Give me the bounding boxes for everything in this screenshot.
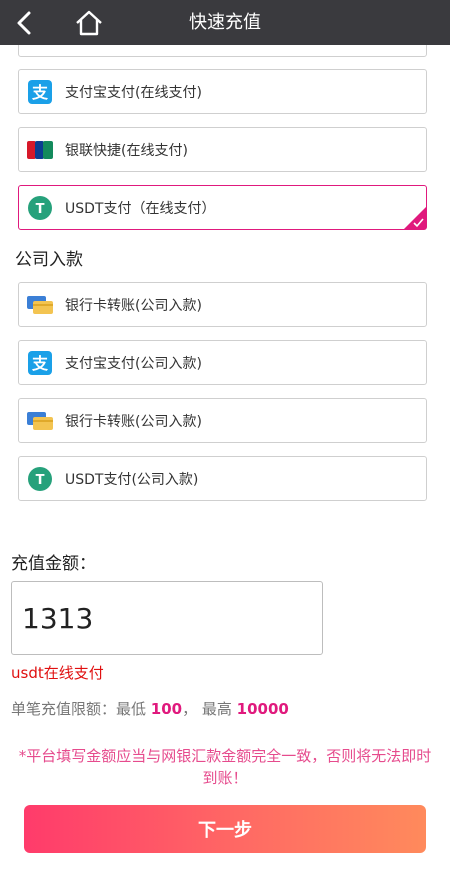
- option-label: 银行卡转账(公司入款): [65, 413, 202, 430]
- svg-text:支: 支: [31, 83, 49, 102]
- deposit-limit-text: 单笔充值限额：最低 100， 最高 10000: [11, 698, 289, 719]
- amount-label: 充值金额：: [11, 554, 96, 574]
- payment-option-usdt-company[interactable]: T USDT支付(公司入款): [18, 456, 427, 501]
- payment-option-bank-company-2[interactable]: 银行卡转账(公司入款): [18, 398, 427, 443]
- top-bar: 快速充值: [0, 0, 450, 45]
- option-label: 支付宝支付(公司入款): [65, 355, 202, 372]
- bank-card-icon: [27, 408, 53, 434]
- option-label: USDT支付(公司入款): [65, 471, 199, 488]
- amount-warning: *平台填写金额应当与网银汇款金额完全一致，否则将无法即时到账！: [18, 747, 432, 787]
- svg-text:支: 支: [31, 354, 49, 373]
- limit-prefix: 单笔充值限额：最低: [11, 700, 147, 718]
- svg-text:T: T: [36, 202, 45, 217]
- option-label: 支付宝支付(在线支付): [65, 84, 202, 101]
- section-title-company: 公司入款: [15, 250, 83, 270]
- payment-option-alipay-online[interactable]: 支 支付宝支付(在线支付): [18, 69, 427, 114]
- usdt-icon: T: [27, 195, 53, 221]
- option-label: USDT支付（在线支付）: [65, 200, 216, 217]
- next-step-button[interactable]: 下一步: [24, 805, 426, 853]
- payment-option-bank-company[interactable]: 银行卡转账(公司入款): [18, 282, 427, 327]
- option-label: 银行卡转账(公司入款): [65, 297, 202, 314]
- payment-option-unionpay-online[interactable]: 银联快捷(在线支付): [18, 127, 427, 172]
- svg-text:T: T: [36, 473, 45, 488]
- limit-min: 100: [150, 700, 183, 718]
- payment-option-usdt-online[interactable]: T USDT支付（在线支付）: [18, 185, 427, 230]
- page-title: 快速充值: [189, 12, 261, 33]
- limit-separator: ， 最高: [182, 700, 232, 718]
- limit-max: 10000: [236, 700, 289, 718]
- selected-method-note: usdt在线支付: [11, 664, 104, 682]
- payment-option-alipay-company[interactable]: 支 支付宝支付(公司入款): [18, 340, 427, 385]
- usdt-icon: T: [27, 466, 53, 492]
- alipay-icon: 支: [27, 79, 53, 105]
- selected-check-icon: [404, 207, 426, 229]
- bank-card-icon: [27, 292, 53, 318]
- alipay-icon: 支: [27, 350, 53, 376]
- unionpay-icon: [27, 137, 53, 163]
- option-label: 银联快捷(在线支付): [65, 142, 188, 159]
- amount-input[interactable]: 1313: [11, 581, 323, 655]
